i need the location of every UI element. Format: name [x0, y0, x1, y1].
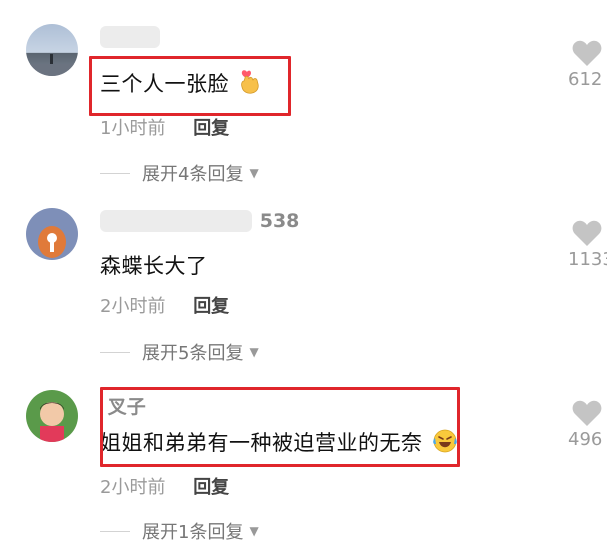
comment-text-content: 姐姐和弟弟有一种被迫营业的无奈 [100, 431, 423, 455]
heart-icon [572, 400, 602, 426]
comment-list: 三个人一张脸 1小时前 回复 展开4条回复 ▼ 612 538 森蝶长大了 2小… [0, 0, 607, 547]
username-text: 叉子 [107, 396, 146, 418]
comment-text: 森蝶长大了 [100, 250, 208, 280]
reply-button[interactable]: 回复 [193, 477, 229, 498]
expand-replies-button[interactable]: 展开5条回复 ▼ [100, 339, 259, 365]
avatar-image [38, 226, 66, 258]
heart-icon [572, 40, 602, 66]
chevron-down-icon: ▼ [249, 524, 259, 538]
like-count: 612 [568, 69, 603, 90]
like-count: 496 [568, 429, 603, 450]
avatar[interactable] [26, 390, 78, 442]
username[interactable] [100, 26, 162, 48]
username-blurred [100, 26, 160, 48]
like-button[interactable]: 496 [560, 400, 607, 450]
chevron-down-icon: ▼ [249, 345, 259, 359]
chevron-down-icon: ▼ [249, 166, 259, 180]
username-text: 538 [259, 210, 300, 232]
avatar[interactable] [26, 208, 78, 260]
reply-button[interactable]: 回复 [193, 118, 229, 139]
timestamp: 2小时前 [100, 296, 166, 317]
comment-meta: 2小时前 回复 [100, 473, 229, 499]
divider [100, 351, 130, 353]
comment-text-content: 森蝶长大了 [100, 254, 208, 278]
username[interactable]: 叉子 [100, 392, 146, 419]
username-blurred [100, 210, 252, 232]
like-count: 1133 [568, 249, 607, 270]
finger-heart-emoji [241, 70, 259, 94]
avatar-image [26, 54, 78, 76]
expand-replies-label: 展开4条回复 [142, 164, 244, 185]
avatar-image [40, 402, 64, 442]
expand-replies-button[interactable]: 展开1条回复 ▼ [100, 518, 259, 544]
like-button[interactable]: 1133 [560, 220, 607, 270]
expand-replies-label: 展开5条回复 [142, 343, 244, 364]
laughing-tears-emoji [432, 429, 457, 453]
heart-icon [572, 220, 602, 246]
comment-text: 三个人一张脸 [100, 68, 262, 98]
timestamp: 2小时前 [100, 477, 166, 498]
timestamp: 1小时前 [100, 118, 166, 139]
expand-replies-label: 展开1条回复 [142, 522, 244, 543]
comment-meta: 1小时前 回复 [100, 114, 229, 140]
divider [100, 530, 130, 532]
comment-text: 姐姐和弟弟有一种被迫营业的无奈 [100, 427, 458, 457]
expand-replies-button[interactable]: 展开4条回复 ▼ [100, 160, 259, 186]
comment-meta: 2小时前 回复 [100, 292, 229, 318]
username[interactable]: 538 [100, 210, 299, 232]
reply-button[interactable]: 回复 [193, 296, 229, 317]
like-button[interactable]: 612 [560, 40, 607, 90]
divider [100, 172, 130, 174]
comment-text-content: 三个人一张脸 [100, 72, 229, 96]
avatar[interactable] [26, 24, 78, 76]
